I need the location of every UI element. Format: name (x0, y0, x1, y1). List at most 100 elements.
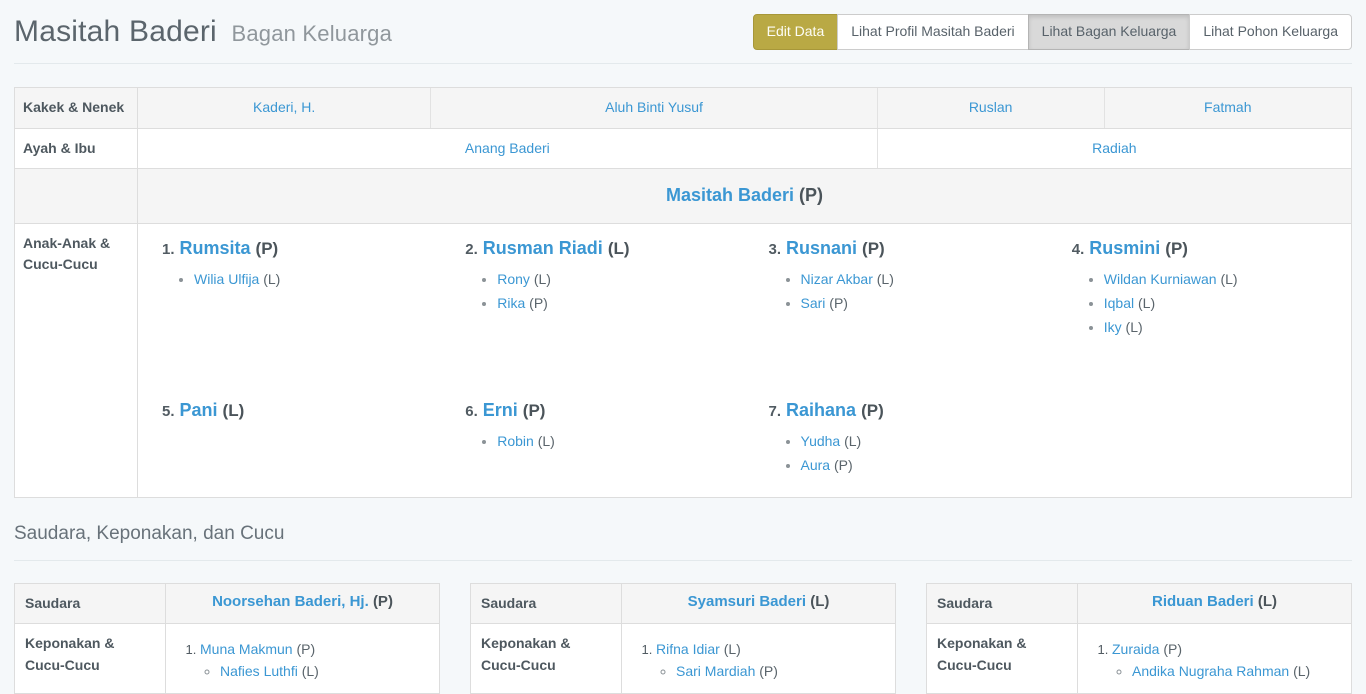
grandchild-item: Wilia Ulfija (L) (194, 271, 431, 287)
nephew-item: Rifna Idiar (L)Sari Mardiah (P) (656, 641, 885, 679)
grandchild-gender-marker: (L) (1220, 271, 1237, 287)
child-name-link[interactable]: Rusmini (1089, 238, 1160, 258)
child-number: 1. (162, 241, 175, 258)
family-chart-table: Kakek & Nenek Kaderi, H. Aluh Binti Yusuf… (14, 87, 1352, 498)
child-item: 6.Erni (P)Robin (L) (441, 386, 744, 487)
grandparent-link[interactable]: Ruslan (969, 99, 1013, 115)
child-name-link[interactable]: Rusman Riadi (483, 238, 603, 258)
nephew-child-link[interactable]: Sari Mardiah (676, 663, 755, 679)
child-number: 6. (465, 403, 478, 420)
child-gender-marker: (P) (862, 239, 885, 258)
grandchild-link[interactable]: Rika (497, 295, 525, 311)
sibling-cards: SaudaraNoorsehan Baderi, Hj. (P)Keponaka… (14, 583, 1352, 694)
sibling-name-link[interactable]: Riduan Baderi (1152, 593, 1254, 610)
grandparent-cell: Fatmah (1104, 88, 1351, 128)
view-family-chart-button[interactable]: Lihat Bagan Keluarga (1028, 14, 1191, 50)
child-name-link[interactable]: Erni (483, 400, 518, 420)
grandchildren-list: Nizar Akbar (L)Sari (P) (769, 271, 1038, 311)
grandparent-cell: Kaderi, H. (138, 88, 430, 128)
grandparent-link[interactable]: Kaderi, H. (253, 99, 315, 115)
grandchild-gender-marker: (P) (834, 457, 853, 473)
grandchild-gender-marker: (L) (1126, 319, 1143, 335)
self-row-label (15, 169, 138, 222)
child-name-link[interactable]: Rumsita (180, 238, 251, 258)
siblings-section-heading: Saudara, Keponakan, dan Cucu (14, 523, 1352, 561)
nephew-child-item: Sari Mardiah (P) (676, 663, 885, 679)
grandparent-link[interactable]: Aluh Binti Yusuf (605, 99, 703, 115)
grandchild-item: Yudha (L) (801, 433, 1038, 449)
grandchildren-list: Robin (L) (465, 433, 734, 449)
nephew-child-link[interactable]: Andika Nugraha Rahman (1132, 663, 1289, 679)
sibling-name-cell: Riduan Baderi (L) (1078, 584, 1351, 624)
child-name-link[interactable]: Pani (180, 400, 218, 420)
child-name-link[interactable]: Raihana (786, 400, 856, 420)
nephews-row: Keponakan & Cucu-CucuMuna Makmun (P)Nafi… (15, 624, 439, 693)
parents-cells: Anang Baderi Radiah (138, 129, 1351, 169)
view-family-tree-button[interactable]: Lihat Pohon Keluarga (1189, 14, 1352, 50)
grandchild-gender-marker: (L) (844, 433, 861, 449)
child-number: 2. (465, 241, 478, 258)
grandchild-item: Rika (P) (497, 295, 734, 311)
grandchild-link[interactable]: Robin (497, 433, 534, 449)
grandchild-gender-marker: (L) (263, 271, 280, 287)
grandchild-link[interactable]: Sari (801, 295, 826, 311)
parent-link[interactable]: Anang Baderi (465, 140, 550, 156)
children-body: 1. Rumsita (P) Wilia Ulfija (L) 2. Rusman Ri… (138, 224, 1351, 497)
grandchild-item: Iqbal (L) (1104, 295, 1341, 311)
nephews-list: Rifna Idiar (L)Sari Mardiah (P) (632, 641, 885, 679)
grandchild-link[interactable]: Iqbal (1104, 295, 1134, 311)
grandchild-link[interactable]: Aura (801, 457, 831, 473)
person-name-title: Masitah Baderi (14, 15, 217, 48)
child-item: 7.Raihana (P) Yudha (L) Aura (P) (745, 386, 1048, 487)
self-cell: Masitah Baderi (P) (138, 169, 1351, 222)
nephew-item: Zuraida (P) Andika Nugraha Rahman (L) (1112, 641, 1341, 679)
nephews-cell: Zuraida (P) Andika Nugraha Rahman (L) (1078, 624, 1351, 693)
grandchild-item: Rony (L) (497, 271, 734, 287)
nephews-row-label: Keponakan & Cucu-Cucu (927, 624, 1078, 693)
child-heading: 3.Rusnani (P) (769, 238, 1038, 259)
nephews-row: Keponakan & Cucu-Cucu Rifna Idiar (L)Sari… (471, 624, 895, 693)
view-profile-button[interactable]: Lihat Profil Masitah Baderi (837, 14, 1028, 50)
page-header: Masitah Baderi Bagan Keluarga Edit DataL… (14, 0, 1352, 64)
nephews-list: Muna Makmun (P)Nafies Luthfi (L) (176, 641, 429, 679)
sibling-row-label: Saudara (471, 584, 622, 624)
child-name-link[interactable]: Rusnani (786, 238, 857, 258)
sibling-name-link[interactable]: Noorsehan Baderi, Hj. (212, 593, 369, 610)
child-heading: 7.Raihana (P) (769, 400, 1038, 421)
nephew-children-list: Andika Nugraha Rahman (L) (1112, 663, 1341, 679)
sibling-name-row: SaudaraNoorsehan Baderi, Hj. (P) (15, 584, 439, 625)
parent-cell: Radiah (877, 129, 1351, 169)
nephews-row-label: Keponakan & Cucu-Cucu (471, 624, 622, 693)
grandparent-link[interactable]: Fatmah (1204, 99, 1251, 115)
grandchild-link[interactable]: Nizar Akbar (801, 271, 873, 287)
edit-data-button[interactable]: Edit Data (753, 14, 839, 50)
parent-link[interactable]: Radiah (1092, 140, 1136, 156)
child-gender-marker: (P) (256, 239, 279, 258)
grandchild-gender-marker: (P) (529, 295, 548, 311)
nephew-gender-marker: (P) (1163, 641, 1182, 657)
sibling-name-link[interactable]: Syamsuri Baderi (688, 593, 806, 610)
nephew-link[interactable]: Rifna Idiar (656, 641, 720, 657)
grandparents-row-label: Kakek & Nenek (15, 88, 138, 128)
nephew-child-gender-marker: (P) (759, 663, 778, 679)
grandchild-item: Robin (L) (497, 433, 734, 449)
child-item: 1. Rumsita (P) Wilia Ulfija (L) (138, 224, 441, 386)
sibling-name-row: SaudaraRiduan Baderi (L) (927, 584, 1351, 625)
self-row: Masitah Baderi (P) (15, 169, 1351, 223)
grandchild-link[interactable]: Yudha (801, 433, 841, 449)
nephew-child-link[interactable]: Nafies Luthfi (220, 663, 298, 679)
child-heading: 5.Pani (L) (162, 400, 431, 421)
grandchild-link[interactable]: Rony (497, 271, 530, 287)
nephew-link[interactable]: Zuraida (1112, 641, 1159, 657)
grandchild-link[interactable]: Iky (1104, 319, 1122, 335)
parents-row: Ayah & Ibu Anang BaderiRadiah (15, 129, 1351, 170)
nephew-link[interactable]: Muna Makmun (200, 641, 293, 657)
grandchild-link[interactable]: Wildan Kurniawan (1104, 271, 1217, 287)
grandchild-link[interactable]: Wilia Ulfija (194, 271, 259, 287)
nephew-item: Muna Makmun (P)Nafies Luthfi (L) (200, 641, 429, 679)
self-name-link[interactable]: Masitah Baderi (666, 185, 794, 205)
sibling-card: SaudaraRiduan Baderi (L)Keponakan & Cucu… (926, 583, 1352, 694)
child-gender-marker: (P) (861, 401, 884, 420)
grandchild-item: Nizar Akbar (L) (801, 271, 1038, 287)
sibling-gender-marker: (L) (810, 593, 829, 610)
